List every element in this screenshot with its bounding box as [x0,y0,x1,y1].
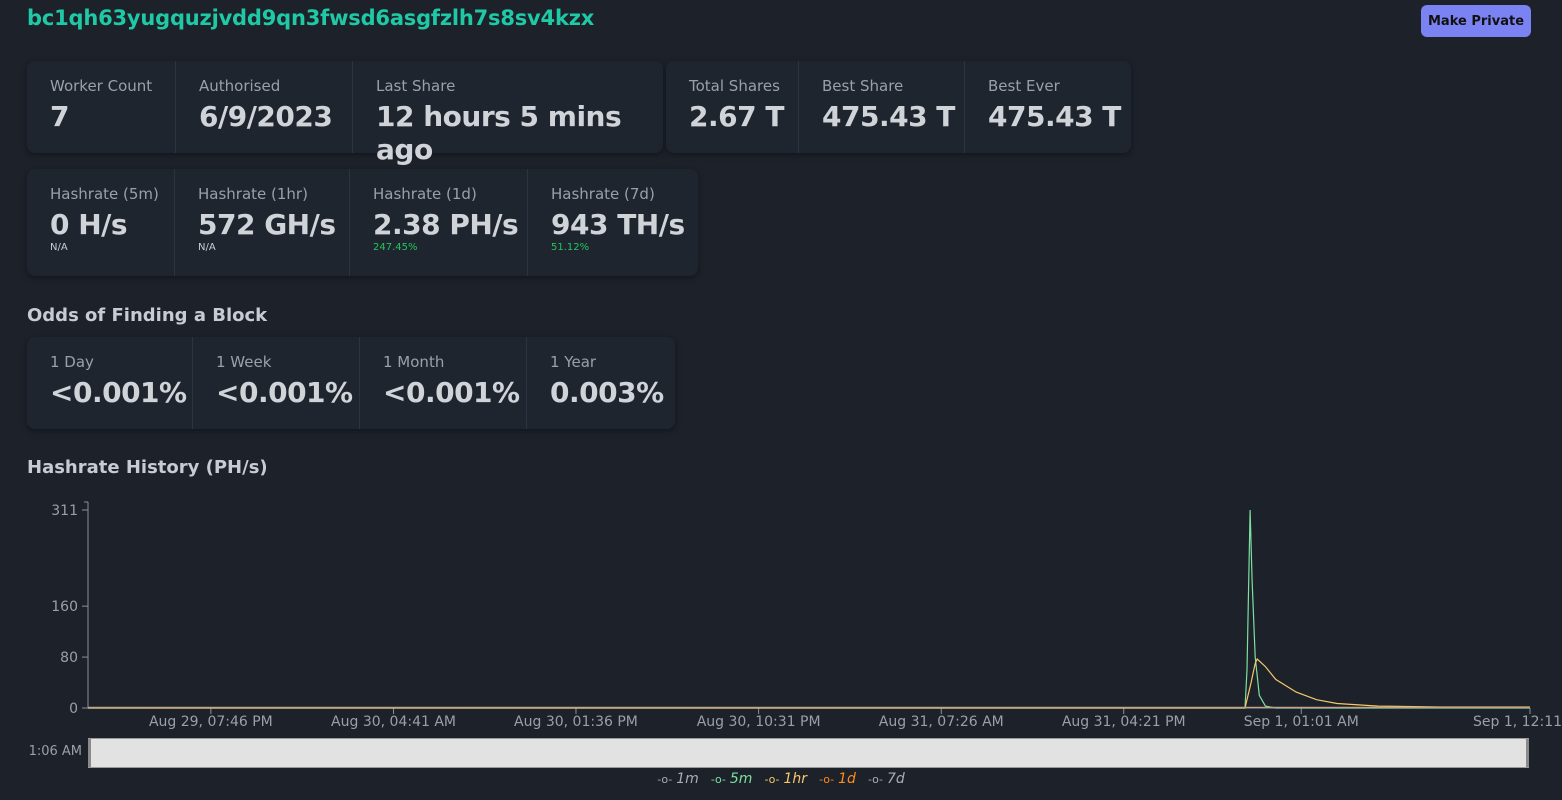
stat-value: 2.67 T [689,100,784,133]
navigator-handle-left[interactable] [88,739,91,767]
stat-label: Hashrate (1d) [373,185,477,203]
wallet-address: bc1qh63yugquzjvdd9qn3fwsd6asgfzlh7s8sv4k… [27,6,595,30]
stat-value: 0 H/s [50,208,128,241]
odds-1-year: 1 Year 0.003% [527,337,675,429]
stat-best-ever: Best Ever 475.43 T [965,61,1131,153]
stats-card-shares: Total Shares 2.67 T Best Share 475.43 T … [666,61,1131,153]
x-tick-label: Aug 30, 10:31 PM [697,714,821,730]
stat-value: 0.003% [550,376,664,409]
navigator-handle-right[interactable] [1526,739,1529,767]
series-line-1hr [88,657,1530,709]
navigator-time-label: 1:06 AM [28,744,82,759]
x-tick-label: Sep 1, 12:11 PM [1473,714,1562,730]
x-tick-label: Aug 30, 01:36 PM [514,714,638,730]
stat-best-share: Best Share 475.43 T [799,61,965,153]
stat-label: 1 Year [550,353,597,371]
legend-marker-icon: -o- [657,772,673,786]
stat-value: 2.38 PH/s [373,208,519,241]
legend-item-1d[interactable]: -o- 1d [819,771,856,787]
x-tick-label: Aug 30, 04:41 AM [331,714,456,730]
make-private-button[interactable]: Make Private [1421,5,1531,37]
stat-change: 247.45% [373,242,418,253]
chart-navigator[interactable] [88,738,1529,768]
stat-change: N/A [50,242,68,253]
stat-change: N/A [198,242,216,253]
stat-value: <0.001% [50,376,187,409]
legend-marker-icon: -o- [710,772,726,786]
stat-label: Worker Count [50,77,153,95]
chart-legend: -o- 1m -o- 5m -o- 1hr -o- 1d -o- 7d [0,771,1562,787]
legend-marker-icon: -o- [764,772,780,786]
legend-item-1m[interactable]: -o- 1m [657,771,699,787]
stat-label: Total Shares [689,77,780,95]
legend-label: 5m [729,771,753,787]
stat-value: <0.001% [383,376,520,409]
legend-item-1hr[interactable]: -o- 1hr [764,771,807,787]
odds-title: Odds of Finding a Block [27,305,268,326]
stat-authorised: Authorised 6/9/2023 [176,61,353,153]
stat-value: 6/9/2023 [199,100,333,133]
legend-label: 1d [838,771,856,787]
stat-last-share: Last Share 12 hours 5 mins ago [353,61,663,166]
hashrate-1d: Hashrate (1d) 2.38 PH/s 247.45% [350,169,528,276]
history-title: Hashrate History (PH/s) [27,457,268,478]
x-tick-label: Aug 29, 07:46 PM [149,714,273,730]
legend-marker-icon: -o- [867,772,884,786]
stat-change: 51.12% [551,242,590,253]
hashrate-history-chart[interactable]: 0 80 160 311 Aug 29, 07:46 PM Aug 30, 04:41 A… [0,490,1562,740]
stat-label: 1 Day [50,353,94,371]
stat-label: Last Share [376,77,456,95]
stat-value: 943 TH/s [551,208,685,241]
hashrate-5m: Hashrate (5m) 0 H/s N/A [27,169,175,276]
hashrate-card: Hashrate (5m) 0 H/s N/A Hashrate (1hr) 5… [27,169,698,276]
legend-marker-icon: -o- [819,772,835,786]
legend-item-7d[interactable]: -o- 7d [868,771,905,787]
stat-value: 572 GH/s [198,208,336,241]
stat-label: Best Ever [988,77,1060,95]
odds-card: 1 Day <0.001% 1 Week <0.001% 1 Month <0.… [27,337,675,429]
x-tick-label: Aug 31, 04:21 PM [1062,714,1186,730]
stat-value: <0.001% [216,376,353,409]
stat-label: Hashrate (7d) [551,185,655,203]
x-tick-label: Aug 31, 07:26 AM [879,714,1004,730]
stats-card-general: Worker Count 7 Authorised 6/9/2023 Last … [27,61,663,166]
y-tick-label: 80 [60,650,78,666]
hashrate-7d: Hashrate (7d) 943 TH/s 51.12% [528,169,698,276]
stat-label: 1 Week [216,353,272,371]
odds-1-day: 1 Day <0.001% [27,337,193,429]
legend-label: 1hr [783,771,808,787]
stat-value: 475.43 T [988,100,1121,133]
legend-item-5m[interactable]: -o- 5m [711,771,753,787]
y-tick-label: 0 [69,701,78,717]
series-line-5m [88,509,1530,709]
odds-1-week: 1 Week <0.001% [193,337,360,429]
stat-value: 12 hours 5 mins ago [376,100,622,166]
hashrate-1hr: Hashrate (1hr) 572 GH/s N/A [175,169,350,276]
stat-label: Best Share [822,77,904,95]
stat-value: 7 [50,100,69,133]
x-tick-label: Sep 1, 01:01 AM [1244,714,1359,730]
y-tick-label: 311 [51,503,78,519]
stat-label: Hashrate (5m) [50,185,159,203]
stat-worker-count: Worker Count 7 [27,61,176,153]
stat-label: 1 Month [383,353,445,371]
y-tick-label: 160 [51,599,78,615]
stat-label: Authorised [199,77,281,95]
stat-label: Hashrate (1hr) [198,185,308,203]
legend-label: 1m [676,771,699,787]
legend-label: 7d [887,771,905,787]
stat-value: 475.43 T [822,100,955,133]
odds-1-month: 1 Month <0.001% [360,337,527,429]
stat-total-shares: Total Shares 2.67 T [666,61,799,153]
